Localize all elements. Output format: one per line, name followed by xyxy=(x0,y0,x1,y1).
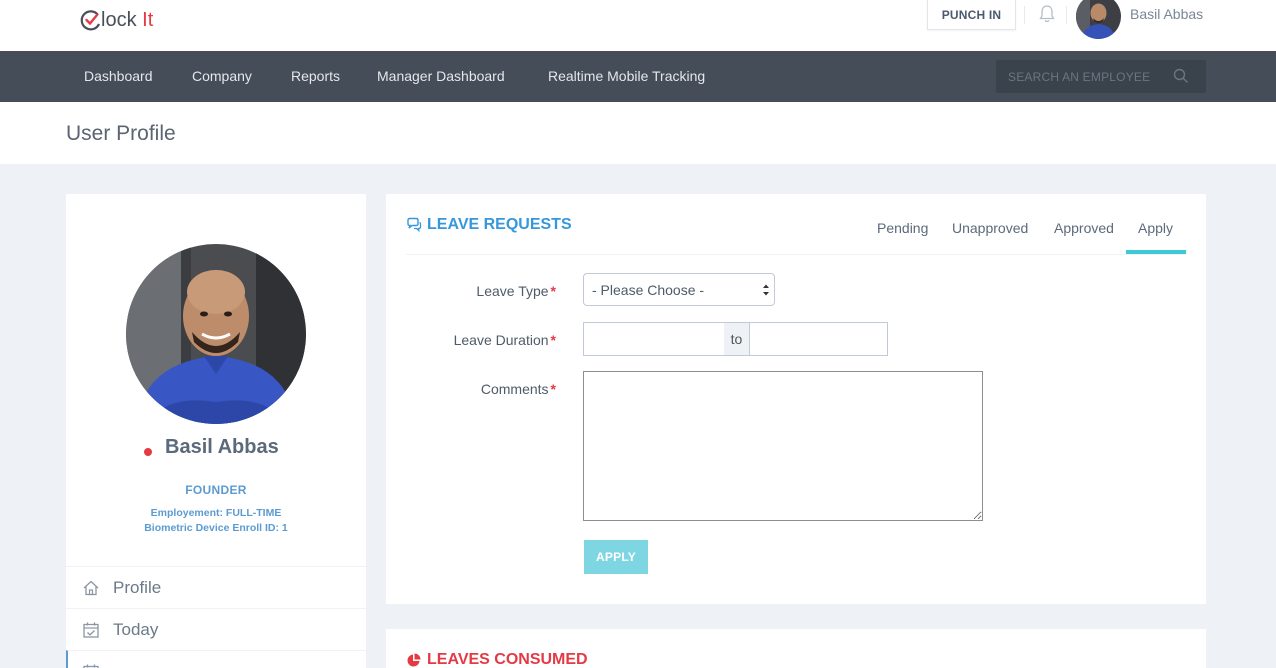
menu-item-label: Profile xyxy=(113,578,162,597)
header-divider xyxy=(1066,6,1067,24)
active-tab-indicator xyxy=(1126,250,1186,254)
required-mark: * xyxy=(550,381,556,397)
leave-type-label: Leave Type * xyxy=(476,283,556,299)
nav-realtime-mobile-tracking[interactable]: Realtime Mobile Tracking xyxy=(548,68,705,84)
tab-unapproved[interactable]: Unapproved xyxy=(952,220,1028,236)
app-logo[interactable]: lock It xyxy=(80,6,153,34)
select-arrows-icon xyxy=(762,283,770,297)
leaves-consumed-card: LEAVES CONSUMED xyxy=(386,629,1206,668)
comments-icon xyxy=(407,217,422,233)
clock-logo-icon xyxy=(80,9,102,31)
user-avatar[interactable] xyxy=(1076,0,1121,39)
logo-text-accent: It xyxy=(142,8,154,31)
tab-approved[interactable]: Approved xyxy=(1054,220,1114,236)
card-divider xyxy=(406,254,1186,255)
profile-avatar xyxy=(126,244,306,424)
leave-requests-card: LEAVE REQUESTS Pending Unapproved Approv… xyxy=(386,194,1206,604)
employment-type: Employement: FULL-TIME xyxy=(150,507,282,519)
search-icon[interactable] xyxy=(1173,68,1189,84)
main-nav: Dashboard Company Reports Manager Dashbo… xyxy=(0,51,1276,102)
pie-chart-icon xyxy=(407,653,421,666)
profile-card: Basil Abbas FOUNDER Employement: FULL-TI… xyxy=(66,194,366,668)
profile-role: FOUNDER xyxy=(185,483,247,497)
tab-pending[interactable]: Pending xyxy=(877,220,928,236)
required-mark: * xyxy=(550,283,556,299)
logo-text: lock xyxy=(101,8,137,31)
user-name[interactable]: Basil Abbas xyxy=(1130,6,1203,22)
nav-dashboard[interactable]: Dashboard xyxy=(84,68,153,84)
leave-requests-title: LEAVE REQUESTS xyxy=(406,216,572,234)
profile-menu-today[interactable]: Today xyxy=(66,608,366,650)
leave-end-date-input[interactable] xyxy=(749,322,888,356)
punch-in-button[interactable]: PUNCH IN xyxy=(927,0,1016,30)
tab-apply[interactable]: Apply xyxy=(1138,220,1173,236)
bell-icon[interactable] xyxy=(1036,3,1058,25)
calendar-check-icon xyxy=(82,621,100,639)
biometric-enroll-id: Biometric Device Enroll ID: 1 xyxy=(144,522,288,534)
menu-item-label: Today xyxy=(113,620,159,639)
leave-start-date-input[interactable] xyxy=(583,322,725,356)
profile-menu-leaves[interactable] xyxy=(66,650,366,668)
top-header: lock It PUNCH IN Basil Abbas xyxy=(0,0,1276,51)
page-title-bar: User Profile xyxy=(0,102,1276,164)
leaves-consumed-title: LEAVES CONSUMED xyxy=(406,651,588,668)
leave-duration-label: Leave Duration * xyxy=(453,332,556,348)
nav-reports[interactable]: Reports xyxy=(291,68,340,84)
comments-label: Comments * xyxy=(480,381,556,397)
search-input[interactable] xyxy=(996,60,1176,93)
profile-name: Basil Abbas xyxy=(165,436,279,458)
card-title-text: LEAVES CONSUMED xyxy=(427,651,588,668)
date-range-separator: to xyxy=(724,322,749,356)
card-title-text: LEAVE REQUESTS xyxy=(427,216,572,233)
status-dot xyxy=(144,448,152,456)
employee-search xyxy=(996,60,1206,93)
header-divider xyxy=(1024,6,1025,24)
apply-button[interactable]: APPLY xyxy=(584,540,648,574)
leave-type-select[interactable]: - Please Choose - xyxy=(583,273,775,306)
profile-menu-profile[interactable]: Profile xyxy=(66,566,366,608)
calendar-icon xyxy=(82,663,100,668)
required-mark: * xyxy=(550,332,556,348)
leave-duration-range: to xyxy=(583,322,888,356)
nav-manager-dashboard[interactable]: Manager Dashboard xyxy=(377,68,505,84)
home-icon xyxy=(82,579,100,597)
comments-textarea[interactable] xyxy=(583,371,983,521)
select-value: - Please Choose - xyxy=(592,282,705,298)
page-title: User Profile xyxy=(66,122,176,145)
nav-company[interactable]: Company xyxy=(192,68,252,84)
